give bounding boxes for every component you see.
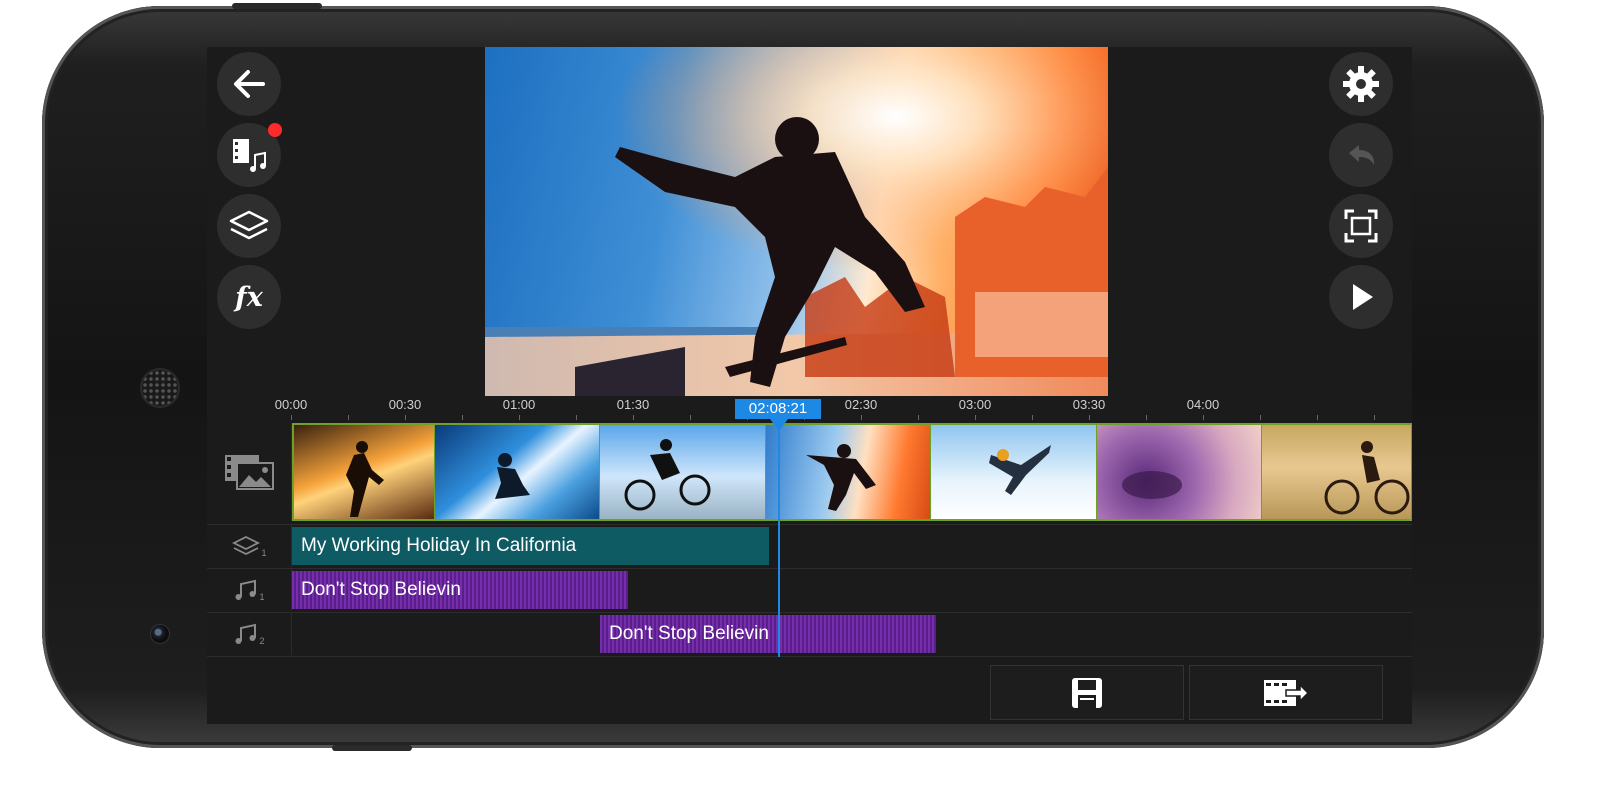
gear-icon	[1343, 66, 1379, 102]
play-button[interactable]	[1329, 265, 1393, 329]
cyclist-silhouette	[1324, 441, 1410, 515]
ruler-tick	[633, 415, 634, 420]
ruler-tick	[405, 415, 406, 420]
ruler-tick	[1032, 415, 1033, 420]
clip-thumbnail[interactable]	[765, 425, 932, 519]
save-icon	[1072, 677, 1102, 708]
phone-frame: fx 00:00 00:30 01:00 01:30 02:30 03:00 0…	[42, 3, 1544, 751]
skater-silhouette	[805, 444, 876, 511]
ruler-tick	[291, 415, 292, 420]
ruler-tick	[519, 415, 520, 420]
ruler-tick	[918, 415, 919, 420]
play-icon	[1353, 284, 1373, 310]
clip-thumbnail[interactable]	[1262, 425, 1412, 519]
fullscreen-icon	[1344, 209, 1378, 243]
track-separator	[207, 524, 1412, 525]
audio-clip-2[interactable]: Don't Stop Believin	[600, 615, 936, 653]
ruler-tick	[975, 415, 976, 420]
playhead-line[interactable]	[778, 419, 780, 657]
phone-speaker	[140, 368, 180, 408]
media-music-icon	[233, 139, 266, 172]
clip-thumbnail[interactable]	[294, 425, 435, 519]
ruler-tick	[576, 415, 577, 420]
ruler-tick	[690, 415, 691, 420]
playhead-handle[interactable]	[770, 419, 788, 431]
save-button[interactable]	[990, 665, 1184, 720]
fullscreen-button[interactable]	[1329, 194, 1393, 258]
ruler-tick	[1260, 415, 1261, 420]
preview-frame-image	[485, 47, 1108, 396]
ruler-label: 04:00	[1186, 397, 1220, 412]
bmx-silhouette	[624, 439, 711, 511]
arrow-left-icon	[234, 70, 265, 98]
audio-track-1-header[interactable]: 1	[207, 569, 292, 611]
export-button[interactable]	[1189, 665, 1383, 720]
track-separator	[207, 612, 1412, 613]
ruler-label: 03:30	[1072, 397, 1106, 412]
power-button	[332, 745, 412, 751]
export-video-icon	[1264, 679, 1310, 706]
video-track-header[interactable]	[207, 423, 292, 521]
clip-thumbnail[interactable]	[434, 425, 601, 519]
music-note-icon	[235, 579, 257, 600]
undo-button[interactable]	[1329, 123, 1393, 187]
ruler-tick	[1089, 415, 1090, 420]
settings-button[interactable]	[1329, 52, 1393, 116]
layers-icon	[229, 210, 269, 240]
playhead-time: 02:08:21	[735, 399, 821, 419]
blurred-car-shape	[1121, 471, 1182, 499]
layers-track-icon	[232, 535, 261, 556]
notification-badge	[268, 123, 282, 137]
video-track[interactable]	[292, 423, 1412, 521]
phone-camera	[150, 624, 170, 644]
ruler-tick	[462, 415, 463, 420]
video-photo-track-icon	[225, 455, 274, 490]
ruler-label: 02:30	[844, 397, 878, 412]
effects-button[interactable]: fx	[217, 265, 281, 329]
music-note-icon	[235, 623, 257, 644]
ruler-tick	[348, 415, 349, 420]
ruler-tick	[1374, 415, 1375, 420]
clip-thumbnail[interactable]	[600, 425, 766, 519]
layer-track-header[interactable]: 1	[207, 525, 292, 567]
editor-screen: fx 00:00 00:30 01:00 01:30 02:30 03:00 0…	[207, 47, 1412, 724]
undo-icon	[1349, 145, 1375, 165]
skydiver-silhouette	[989, 445, 1052, 495]
video-preview[interactable]	[485, 47, 1108, 396]
audio-clip-1[interactable]: Don't Stop Believin	[292, 571, 628, 609]
clip-thumbnail[interactable]	[931, 425, 1097, 519]
ruler-label: 03:00	[958, 397, 992, 412]
ruler-label: 01:30	[616, 397, 650, 412]
layer-track-index: 1	[261, 548, 267, 558]
track-separator	[207, 568, 1412, 569]
track-separator	[207, 656, 1412, 657]
audio-track-2-index: 2	[259, 636, 265, 646]
ruler-tick	[1203, 415, 1204, 420]
back-button[interactable]	[217, 52, 281, 116]
rider-silhouette	[346, 441, 384, 517]
fx-icon: fx	[235, 281, 263, 313]
surfer-silhouette	[494, 453, 530, 499]
ruler-label: 01:00	[502, 397, 536, 412]
ruler-tick	[861, 415, 862, 420]
clip-thumbnail[interactable]	[1096, 425, 1263, 519]
layers-button[interactable]	[217, 194, 281, 258]
ruler-tick	[1146, 415, 1147, 420]
volume-button	[232, 3, 322, 9]
ruler-tick	[1317, 415, 1318, 420]
audio-track-2-header[interactable]: 2	[207, 613, 292, 655]
audio-track-1-index: 1	[259, 592, 265, 602]
ruler-label: 00:00	[274, 397, 308, 412]
ruler-label: 00:30	[388, 397, 422, 412]
text-layer-clip[interactable]: My Working Holiday In California	[292, 527, 769, 565]
